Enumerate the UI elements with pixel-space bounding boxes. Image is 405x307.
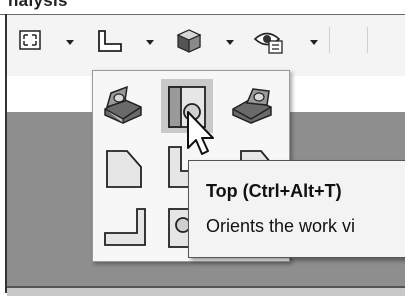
front-view-button[interactable]	[97, 141, 149, 195]
ribbon-tab-analysis[interactable]: nalysis	[8, 0, 68, 11]
ribbon-tab-strip: nalysis	[0, 0, 405, 14]
tooltip-title: Top (Ctrl+Alt+T)	[206, 181, 342, 201]
zoom-to-fit-button[interactable]	[15, 25, 51, 57]
view-orientation-dropdown-arrow[interactable]	[146, 40, 154, 45]
trimetric-view-icon	[232, 88, 272, 124]
status-strip	[7, 288, 405, 296]
hide-show-items-icon	[253, 32, 283, 54]
view-toolbar	[7, 15, 405, 76]
trimetric-view-button[interactable]	[227, 79, 279, 133]
bottom-view-button[interactable]	[97, 201, 149, 255]
zoom-to-fit-dropdown-arrow[interactable]	[66, 40, 74, 45]
isometric-view-icon	[104, 85, 142, 124]
display-style-dropdown-arrow[interactable]	[226, 40, 234, 45]
view-orientation-button[interactable]	[89, 25, 129, 57]
isometric-view-button[interactable]	[97, 79, 149, 133]
tooltip: Top (Ctrl+Alt+T) Orients the work vi	[188, 160, 405, 258]
toolbar-separator	[329, 27, 330, 53]
display-style-button[interactable]	[171, 25, 207, 57]
hide-show-items-dropdown-arrow[interactable]	[310, 40, 318, 45]
display-style-icon	[176, 29, 202, 53]
toolbar-separator	[367, 27, 368, 53]
bottom-view-icon	[104, 208, 146, 246]
mouse-pointer-icon	[187, 111, 214, 155]
hide-show-items-button[interactable]	[249, 25, 289, 57]
front-view-icon	[106, 150, 142, 188]
zoom-to-fit-icon	[19, 30, 41, 50]
tooltip-description: Orients the work vi	[206, 216, 356, 236]
view-orientation-icon	[98, 30, 122, 52]
